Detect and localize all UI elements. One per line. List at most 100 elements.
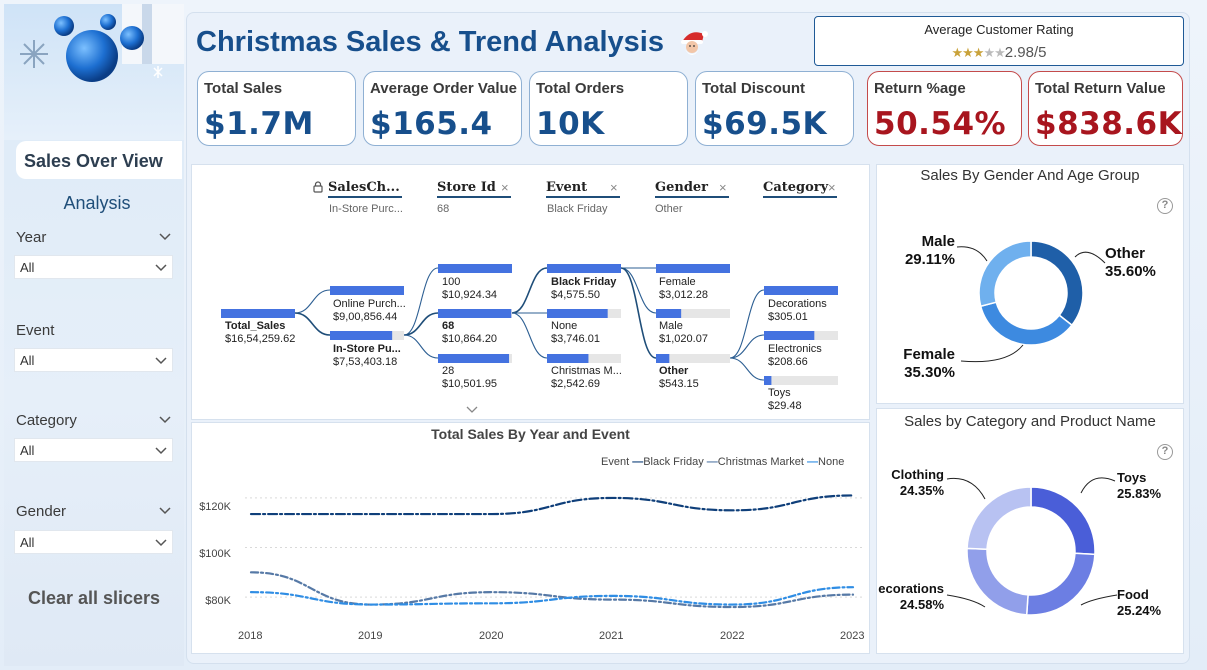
gender-slice-other	[1030, 240, 1084, 327]
gender-name: Male	[921, 233, 955, 250]
tree-header-sub-store-id: 68	[437, 203, 450, 215]
leader-line	[960, 344, 1024, 363]
tree-node-value: $2,542.69	[551, 378, 600, 390]
help-icon[interactable]: ?	[1157, 198, 1173, 214]
tree-node-label: Other	[659, 365, 689, 377]
category-slice-ecorations	[966, 547, 1029, 616]
chevron-down-icon	[155, 447, 167, 455]
tree-node-value: $10,924.34	[442, 289, 498, 301]
tree-header-sub-event: Black Friday	[547, 203, 608, 215]
x-tick-label: 2021	[599, 630, 624, 642]
y-tick-label: $120K	[199, 501, 231, 513]
tree-node-label: 100	[442, 276, 461, 288]
slicer-gender-dropdown[interactable]: All	[14, 530, 173, 554]
category-chart-title: Sales by Category and Product Name	[904, 413, 1156, 430]
gender-slice-female	[979, 301, 1073, 346]
slicer-year-value: All	[20, 260, 35, 275]
category-name: Toys	[1117, 470, 1147, 485]
leader-line	[946, 477, 986, 500]
category-pct: 24.58%	[899, 597, 944, 612]
leader-line	[1074, 251, 1106, 264]
expand-down-icon[interactable]	[465, 405, 479, 415]
kpi-label: Total Return Value	[1035, 80, 1166, 97]
tree-node-value: $305.01	[768, 311, 808, 323]
x-tick-label: 2020	[479, 630, 504, 642]
tree-bar-root	[221, 309, 295, 318]
rating-title: Average Customer Rating	[924, 22, 1074, 37]
rating-value: 2.98/5	[1004, 44, 1047, 61]
tree-header-category[interactable]: Category	[763, 180, 837, 198]
chevron-down-icon	[155, 539, 167, 547]
category-label-food: Food 25.24%	[1117, 587, 1161, 619]
tree-bar	[656, 264, 730, 273]
slicer-event-dropdown[interactable]: All	[14, 348, 173, 372]
rating-value-row: ★★★★★2.98/5	[815, 44, 1183, 61]
tree-bar	[764, 331, 815, 340]
tree-header-gender[interactable]: Gender	[655, 180, 729, 198]
line-chart-legend: Event —Black Friday —Christmas Market —N…	[601, 456, 844, 468]
gender-label-male: Male 29.11%	[890, 233, 955, 269]
kpi-label: Total Orders	[536, 80, 625, 97]
tree-bar	[656, 309, 682, 318]
leader-line	[946, 594, 986, 608]
category-label-decorations: ecorations 24.58%	[876, 581, 944, 613]
help-icon[interactable]: ?	[1157, 444, 1173, 460]
x-tick-label: 2019	[358, 630, 383, 642]
kpi-value: $1.7M	[204, 106, 314, 142]
legend-title: Event	[601, 456, 630, 468]
tree-node-label: Female	[659, 276, 696, 288]
tree-remove-category-icon[interactable]: ×	[828, 180, 836, 195]
slicer-category-collapse-icon[interactable]	[158, 413, 172, 427]
gender-slice-male	[978, 240, 1032, 308]
y-tick-label: $100K	[199, 548, 231, 560]
tree-node-label: In-Store Pu...	[333, 343, 401, 355]
kpi-total-orders: Total Orders 10K	[529, 71, 688, 146]
tree-node-value: $16,54,259.62	[225, 333, 296, 345]
category-slice-clothing	[966, 486, 1032, 550]
nav-sales-overview[interactable]: Sales Over View	[16, 141, 182, 179]
kpi-return-percentage: Return %age 50.54%	[867, 71, 1022, 146]
tree-node-value: $29.48	[768, 400, 802, 412]
slicer-gender-collapse-icon[interactable]	[158, 504, 172, 518]
tree-node-label: Decorations	[768, 298, 827, 310]
tree-header-store-id[interactable]: Store Id	[437, 180, 511, 198]
legend-series-christmas-market: Christmas Market	[717, 456, 804, 468]
slicer-category-dropdown[interactable]: All	[14, 438, 173, 462]
rating-stars: ★★★★★	[951, 45, 1006, 60]
tree-link	[620, 267, 657, 359]
tree-remove-store-id-icon[interactable]: ×	[501, 180, 509, 195]
tree-header-event[interactable]: Event	[546, 180, 620, 198]
tree-link	[403, 334, 439, 359]
tree-header-sales-channel[interactable]: SalesCh...	[328, 180, 402, 198]
slicer-category-label: Category	[16, 412, 77, 429]
tree-node-label: Electronics	[768, 343, 822, 355]
slicer-gender-value: All	[20, 535, 35, 550]
tree-node-label: Total_Sales	[225, 320, 286, 332]
tree-bar	[656, 354, 670, 363]
tree-link	[511, 312, 548, 359]
category-name: ecorations	[878, 581, 944, 596]
tree-remove-event-icon[interactable]: ×	[610, 180, 618, 195]
legend-marker-black-friday: —	[632, 456, 644, 468]
kpi-total-return-value: Total Return Value $838.6K	[1028, 71, 1183, 146]
tree-link	[294, 312, 331, 336]
gender-name: Female	[903, 346, 955, 363]
tree-link	[511, 267, 548, 314]
slicer-year-dropdown[interactable]: All	[14, 255, 173, 279]
analysis-heading: Analysis	[63, 193, 131, 213]
category-name: Food	[1117, 587, 1149, 602]
tree-link	[620, 267, 657, 314]
legend-marker-none: —	[807, 456, 819, 468]
lock-icon	[313, 181, 323, 193]
slicer-event-value: All	[20, 353, 35, 368]
tree-bar-track	[764, 376, 838, 385]
tree-node-value: $3,012.28	[659, 289, 708, 301]
kpi-average-order-value: Average Order Value $165.4	[363, 71, 522, 146]
tree-remove-gender-icon[interactable]: ×	[719, 180, 727, 195]
legend-marker-christmas-market: —	[706, 456, 718, 468]
clear-all-slicers-button[interactable]: Clear all slicers	[14, 588, 174, 614]
tree-node-label: 68	[442, 320, 455, 332]
santa-icon	[676, 26, 710, 60]
category-name: Clothing	[891, 467, 944, 482]
slicer-year-collapse-icon[interactable]	[158, 230, 172, 244]
